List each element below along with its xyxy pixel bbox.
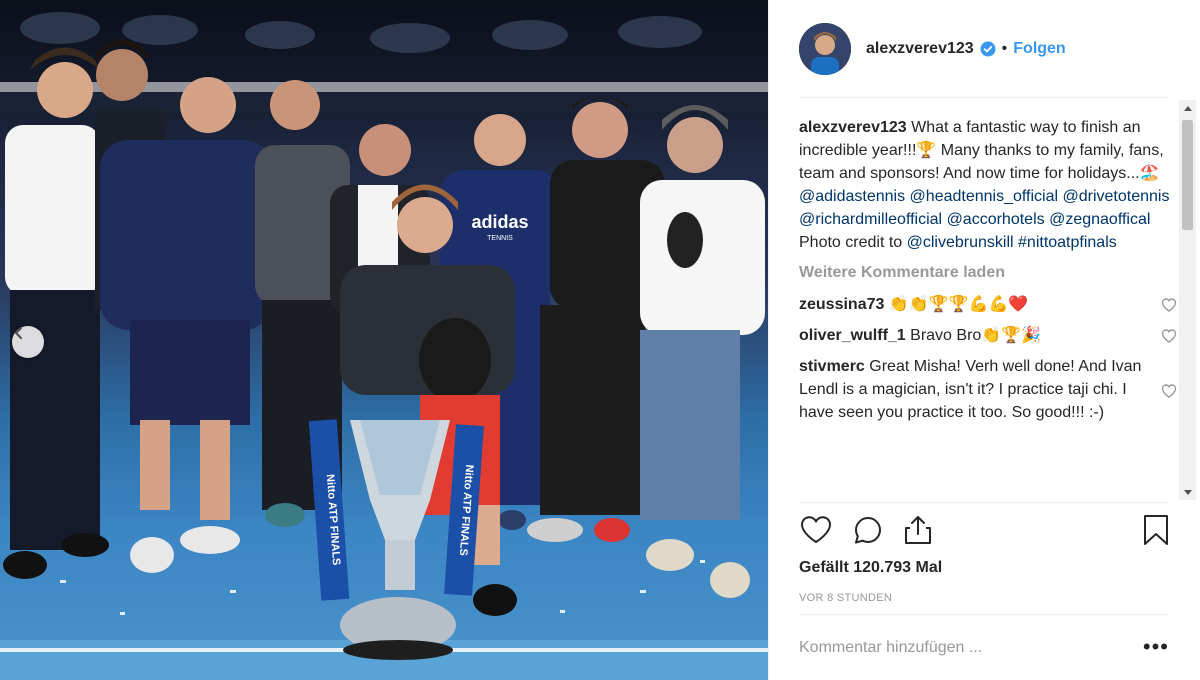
caption-tag[interactable]: @drivetotennis (1063, 188, 1170, 205)
comment-heart-icon[interactable] (1161, 328, 1177, 344)
separator-dot: • (1001, 40, 1008, 57)
instagram-post-view: adidas TENNIS Nitto ATP FINALS Nitto ATP… (0, 0, 1200, 680)
comment-username[interactable]: oliver_wulff_1 (799, 327, 906, 344)
caption-tag[interactable]: @accorhotels (947, 211, 1045, 228)
comment-username[interactable]: zeussina73 (799, 296, 884, 313)
verified-badge-icon (980, 41, 996, 57)
caption-tag[interactable]: @richardmilleofficial (799, 211, 942, 228)
comment-username[interactable]: stivmerc (799, 358, 865, 375)
likes-count[interactable]: Gefällt 120.793 Mal (799, 559, 942, 577)
post-header: alexzverev123 • Folgen (769, 0, 1200, 98)
bookmark-icon[interactable] (1139, 513, 1173, 547)
follow-button[interactable]: Folgen (1013, 40, 1065, 58)
post-photo[interactable]: adidas TENNIS Nitto ATP FINALS Nitto ATP… (0, 0, 768, 680)
shirt-brand-text: adidas (471, 212, 528, 232)
atp-trophy: Nitto ATP FINALS Nitto ATP FINALS (308, 419, 484, 660)
comment-heart-icon[interactable] (1161, 297, 1177, 313)
caption-tag[interactable]: @clivebrunskill (907, 234, 1014, 251)
load-more-comments-button[interactable]: Weitere Kommentare laden (799, 261, 1179, 284)
photo-illustration: adidas TENNIS Nitto ATP FINALS Nitto ATP… (0, 12, 768, 680)
heart-outline-icon[interactable] (799, 513, 833, 547)
post-timestamp: VOR 8 STUNDEN (799, 592, 893, 604)
post-caption: alexzverev123 What a fantastic way to fi… (799, 116, 1179, 254)
caption-tag[interactable]: @headtennis_official (910, 188, 1059, 205)
divider (799, 502, 1169, 503)
avatar-image (799, 23, 851, 75)
person-navy-sweater (100, 77, 272, 573)
caption-credit-text: Photo credit to (799, 234, 903, 251)
photo-prev-button[interactable] (12, 326, 44, 358)
caption-tag[interactable]: @adidastennis (799, 188, 905, 205)
comment-text: 👏👏🏆🏆💪💪❤️ (888, 296, 1029, 313)
scroll-up-button[interactable] (1179, 100, 1196, 116)
scrollbar-thumb[interactable] (1182, 120, 1193, 230)
scroll-up-arrow-icon (1183, 105, 1192, 111)
person-left-white-shirt (3, 47, 109, 579)
username-link[interactable]: alexzverev123 (866, 40, 974, 58)
shirt-sub-text: TENNIS (487, 235, 513, 242)
comments-scrollbar[interactable] (1179, 100, 1196, 500)
post-actions-bar (799, 513, 1169, 549)
scroll-down-button[interactable] (1179, 484, 1196, 500)
chevron-left-icon (14, 326, 23, 340)
comments-list: alexzverev123 What a fantastic way to fi… (799, 116, 1179, 500)
avatar[interactable] (799, 23, 851, 75)
caption-tag[interactable]: @zegnaoffical (1049, 211, 1150, 228)
comment-heart-icon[interactable] (1161, 383, 1177, 399)
caption-username[interactable]: alexzverev123 (799, 119, 907, 136)
add-comment-area: ••• (799, 615, 1169, 680)
scroll-down-arrow-icon (1183, 489, 1192, 495)
share-upload-icon[interactable] (901, 513, 935, 547)
comment-text: Bravo Bro👏🏆🎉 (910, 327, 1042, 344)
comment-item: oliver_wulff_1 Bravo Bro👏🏆🎉 (799, 324, 1179, 347)
post-side-panel: alexzverev123 • Folgen alexzverev123 Wha… (768, 0, 1200, 680)
caption-hashtag[interactable]: #nittoatpfinals (1018, 234, 1117, 251)
speech-bubble-icon[interactable] (851, 513, 885, 547)
more-options-button[interactable]: ••• (1143, 636, 1169, 658)
comment-item: stivmerc Great Misha! Verh well done! An… (799, 355, 1179, 424)
comment-item: zeussina73 👏👏🏆🏆💪💪❤️ (799, 293, 1179, 316)
comment-input[interactable] (799, 638, 1119, 657)
